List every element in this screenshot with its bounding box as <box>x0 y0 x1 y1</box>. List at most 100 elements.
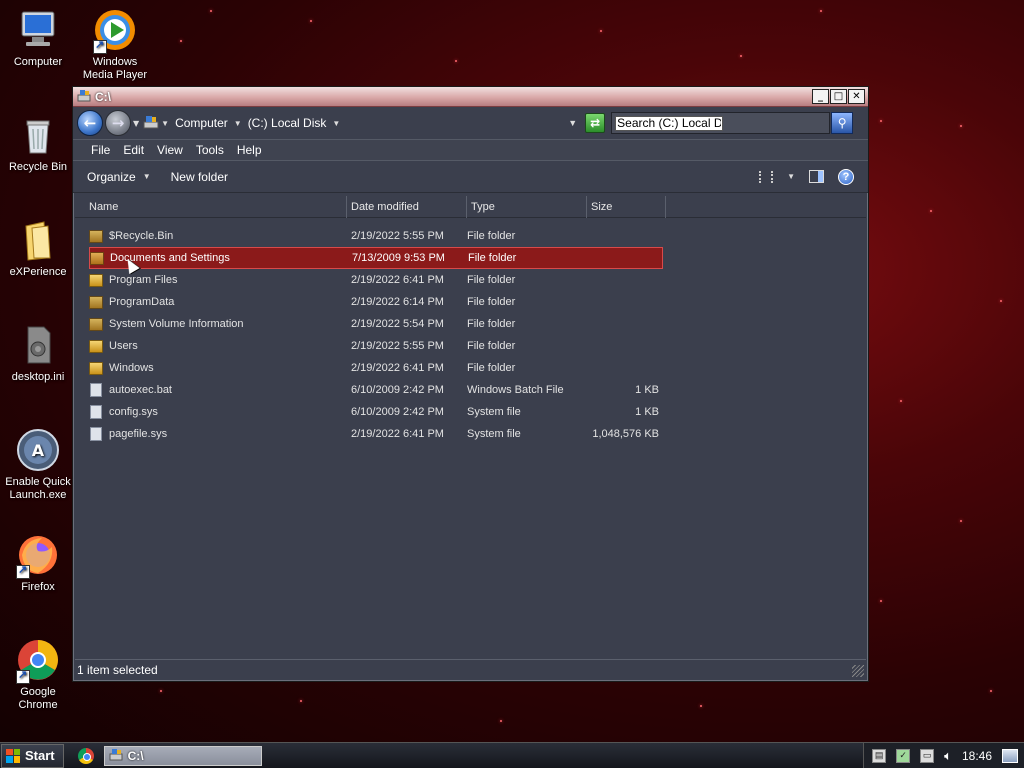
menu-bar: File Edit View Tools Help <box>73 139 868 161</box>
desktop-icon-firefox[interactable]: Firefox <box>0 533 76 594</box>
status-text: 1 item selected <box>77 662 158 677</box>
desktop-icon-recycle-bin[interactable]: Recycle Bin <box>0 113 76 174</box>
chevron-right-icon[interactable]: ▼ <box>234 119 242 128</box>
command-bar: Organize ▼ New folder ▼ ? <box>73 161 868 193</box>
breadcrumb-computer[interactable]: Computer <box>175 116 228 130</box>
desktop-icon-google-chrome[interactable]: Google Chrome <box>0 638 76 712</box>
maximize-button[interactable]: □ <box>830 89 847 104</box>
clock[interactable]: 18:46 <box>962 749 992 763</box>
list-item[interactable]: ProgramData 2/19/2022 6:14 PM File folde… <box>89 291 663 313</box>
media-player-icon <box>93 8 137 54</box>
column-header-type[interactable]: Type <box>467 196 587 218</box>
refresh-button[interactable]: ⇄ <box>585 113 606 133</box>
file-type: File folder <box>467 274 516 286</box>
chrome-quick-launch-icon[interactable] <box>77 747 94 764</box>
column-headers: Name Date modified Type Size <box>75 196 866 218</box>
menu-edit[interactable]: Edit <box>123 143 144 157</box>
folder-icon <box>89 339 103 353</box>
drive-icon <box>143 115 159 132</box>
file-name: config.sys <box>109 406 158 418</box>
taskbar-item-explorer[interactable]: C:\ <box>103 745 262 766</box>
file-date: 2/19/2022 6:14 PM <box>351 296 444 308</box>
desktop-icon-label: Computer <box>13 56 63 68</box>
chevron-right-icon[interactable]: ▼ <box>161 119 169 128</box>
file-type: File folder <box>467 362 516 374</box>
shortcut-arrow-icon <box>16 564 30 579</box>
folder-icon <box>89 361 103 375</box>
address-history-dropdown[interactable]: ▼ <box>568 118 577 128</box>
computer-icon <box>16 8 60 52</box>
file-icon <box>90 427 102 441</box>
folder-icon <box>89 229 103 243</box>
desktop-icon-experience[interactable]: eXPerience <box>0 218 76 279</box>
window-title: C:\ <box>95 89 111 104</box>
menu-help[interactable]: Help <box>237 143 262 157</box>
views-icon[interactable] <box>759 170 774 183</box>
taskbar: Start C:\ ▤ ✓ ▭ 🔈︎ 18:46 <box>0 742 1024 768</box>
list-item[interactable]: config.sys 6/10/2009 2:42 PM System file… <box>89 401 663 423</box>
menu-view[interactable]: View <box>157 143 183 157</box>
shield-check-icon[interactable]: ✓ <box>896 748 911 763</box>
menu-file[interactable]: File <box>91 143 110 157</box>
file-date: 7/13/2009 9:53 PM <box>352 252 445 264</box>
column-header-name[interactable]: Name <box>75 196 347 218</box>
list-item[interactable]: Documents and Settings 7/13/2009 9:53 PM… <box>89 247 663 269</box>
volume-icon[interactable]: 🔈︎ <box>944 748 952 764</box>
list-item[interactable]: $Recycle.Bin 2/19/2022 5:55 PM File fold… <box>89 225 663 247</box>
list-item[interactable]: System Volume Information 2/19/2022 5:54… <box>89 313 663 335</box>
chevron-down-icon: ▼ <box>142 172 151 181</box>
start-label: Start <box>25 748 55 763</box>
folder-icon <box>90 251 104 265</box>
address-box[interactable]: ▼ Computer ▼ (C:) Local Disk ▼ ▼ <box>143 112 585 134</box>
forward-button[interactable]: → <box>105 110 131 136</box>
resize-grip[interactable] <box>852 665 864 677</box>
launch-app-icon: A <box>16 428 60 472</box>
file-type: File folder <box>467 340 516 352</box>
title-bar[interactable]: C:\ _ □ ✕ <box>73 87 868 107</box>
status-bar: 1 item selected <box>75 659 866 679</box>
desktop-icon-enable-quick-launch[interactable]: A Enable Quick Launch.exe <box>0 428 76 502</box>
minimize-button[interactable]: _ <box>812 89 829 104</box>
firefox-icon <box>16 533 60 579</box>
document-icon[interactable]: ▤ <box>872 748 887 763</box>
chevron-right-icon[interactable]: ▼ <box>332 119 340 128</box>
desktop-icon-desktop-ini[interactable]: desktop.ini <box>0 323 76 384</box>
file-icon <box>90 383 102 397</box>
list-item[interactable]: Program Files 2/19/2022 6:41 PM File fol… <box>89 269 663 291</box>
back-button[interactable]: ← <box>77 110 103 136</box>
new-folder-button[interactable]: New folder <box>171 170 228 184</box>
list-item[interactable]: autoexec.bat 6/10/2009 2:42 PM Windows B… <box>89 379 663 401</box>
search-icon: ⚲ <box>837 116 847 130</box>
file-date: 6/10/2009 2:42 PM <box>351 406 444 418</box>
list-item[interactable]: pagefile.sys 2/19/2022 6:41 PM System fi… <box>89 423 663 445</box>
views-dropdown-icon[interactable]: ▼ <box>787 172 795 181</box>
network-icon[interactable]: ▭ <box>920 748 935 763</box>
show-desktop-icon[interactable] <box>1002 748 1018 763</box>
column-header-size[interactable]: Size <box>587 196 666 218</box>
search-button[interactable]: ⚲ <box>831 112 854 134</box>
list-item[interactable]: Windows 2/19/2022 6:41 PM File folder <box>89 357 663 379</box>
organize-button[interactable]: Organize ▼ <box>87 170 151 184</box>
list-item[interactable]: Users 2/19/2022 5:55 PM File folder <box>89 335 663 357</box>
file-date: 6/10/2009 2:42 PM <box>351 384 444 396</box>
file-size: 1 KB <box>635 406 659 418</box>
desktop-icon-windows-media-player[interactable]: Windows Media Player <box>77 8 153 82</box>
settings-file-icon <box>16 323 60 367</box>
breadcrumb-local-disk[interactable]: (C:) Local Disk <box>248 116 327 130</box>
desktop-icon-label: Google Chrome <box>18 686 58 711</box>
recent-pages-dropdown[interactable]: ▼ <box>133 119 139 128</box>
close-button[interactable]: ✕ <box>848 89 865 104</box>
folder-icon <box>89 295 103 309</box>
file-name: Program Files <box>109 274 178 286</box>
search-input[interactable] <box>615 115 724 131</box>
start-button[interactable]: Start <box>1 743 64 768</box>
folder-icon <box>89 317 103 331</box>
folder-icon <box>16 218 60 262</box>
desktop-icon-computer[interactable]: Computer <box>0 8 76 69</box>
menu-tools[interactable]: Tools <box>196 143 224 157</box>
file-name: Users <box>109 340 138 352</box>
help-icon[interactable]: ? <box>838 168 854 185</box>
file-date: 2/19/2022 5:55 PM <box>351 230 444 242</box>
preview-pane-icon[interactable] <box>809 170 824 183</box>
column-header-date-modified[interactable]: Date modified <box>347 196 467 218</box>
